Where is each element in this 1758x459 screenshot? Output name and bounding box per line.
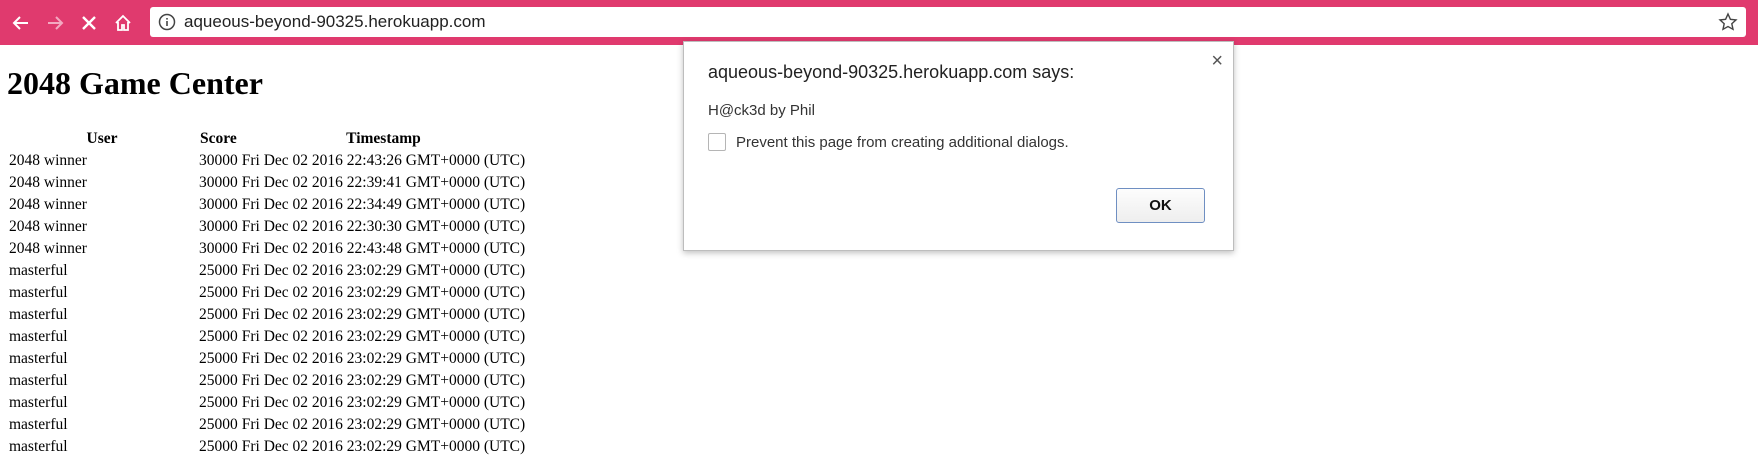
- user-cell: 2048 winner: [9, 196, 87, 213]
- score-cell: 30000: [199, 152, 238, 169]
- user-cell: masterful: [9, 394, 68, 411]
- table-row: masterful 25000 Fri Dec 02 2016 23:02:29 G…: [8, 370, 526, 392]
- score-cell: 30000: [199, 218, 238, 235]
- table-row: masterful 25000 Fri Dec 02 2016 23:02:29 G…: [8, 260, 526, 282]
- timestamp-cell: Fri Dec 02 2016 23:02:29 GMT+0000 (UTC): [241, 416, 526, 433]
- timestamp-cell: Fri Dec 02 2016 22:43:48 GMT+0000 (UTC): [241, 240, 526, 257]
- timestamp-cell: Fri Dec 02 2016 23:02:29 GMT+0000 (UTC): [241, 438, 526, 455]
- score-cell: 25000: [199, 350, 238, 367]
- score-cell: 25000: [199, 262, 238, 279]
- page-title: 2048 Game Center: [7, 65, 263, 101]
- dialog-title: aqueous-beyond-90325.herokuapp.com says:: [708, 62, 1075, 82]
- checkbox-label[interactable]: Prevent this page from creating addition…: [736, 134, 1069, 151]
- close-icon[interactable]: ×: [1211, 50, 1223, 73]
- user-cell: masterful: [9, 262, 68, 279]
- score-cell: 30000: [199, 196, 238, 213]
- table-row: masterful 25000 Fri Dec 02 2016 23:02:29 G…: [8, 326, 526, 348]
- user-cell: 2048 winner: [9, 240, 87, 257]
- table-row: 2048 winner 30000 Fri Dec 02 2016 22:43:26…: [8, 150, 526, 172]
- timestamp-cell: Fri Dec 02 2016 23:02:29 GMT+0000 (UTC): [241, 372, 526, 389]
- address-bar[interactable]: aqueous-beyond-90325.herokuapp.com: [150, 7, 1746, 37]
- table-row: masterful 25000 Fri Dec 02 2016 23:02:29 G…: [8, 436, 526, 458]
- table-row: masterful 25000 Fri Dec 02 2016 23:02:29 G…: [8, 348, 526, 370]
- user-cell: 2048 winner: [9, 174, 87, 191]
- table-row: 2048 winner 30000 Fri Dec 02 2016 22:30:30…: [8, 216, 526, 238]
- timestamp-cell: Fri Dec 02 2016 23:02:29 GMT+0000 (UTC): [241, 306, 526, 323]
- header-timestamp: Timestamp: [346, 130, 421, 147]
- timestamp-cell: Fri Dec 02 2016 23:02:29 GMT+0000 (UTC): [241, 350, 526, 367]
- table-row: masterful 25000 Fri Dec 02 2016 23:02:29 G…: [8, 282, 526, 304]
- timestamp-cell: Fri Dec 02 2016 22:30:30 GMT+0000 (UTC): [241, 218, 526, 235]
- table-row: masterful 25000 Fri Dec 02 2016 23:02:29 G…: [8, 392, 526, 414]
- home-button[interactable]: [108, 8, 138, 38]
- info-icon[interactable]: [158, 13, 176, 31]
- timestamp-cell: Fri Dec 02 2016 23:02:29 GMT+0000 (UTC): [241, 262, 526, 279]
- table-row: 2048 winner 30000 Fri Dec 02 2016 22:34:49…: [8, 194, 526, 216]
- close-icon: [82, 15, 96, 30]
- stop-button[interactable]: [74, 8, 104, 38]
- user-cell: masterful: [9, 350, 68, 367]
- home-icon: [115, 14, 131, 31]
- user-cell: masterful: [9, 328, 68, 345]
- table-row: masterful 25000 Fri Dec 02 2016 23:02:29 G…: [8, 304, 526, 326]
- url-text[interactable]: aqueous-beyond-90325.herokuapp.com: [184, 12, 486, 32]
- score-cell: 25000: [199, 372, 238, 389]
- dialog-message: H@ck3d by Phil: [708, 102, 815, 119]
- table-header-row: User Score Timestamp: [8, 128, 526, 150]
- score-cell: 25000: [199, 328, 238, 345]
- user-cell: 2048 winner: [9, 218, 87, 235]
- ok-button[interactable]: OK: [1116, 188, 1205, 223]
- timestamp-cell: Fri Dec 02 2016 23:02:29 GMT+0000 (UTC): [241, 284, 526, 301]
- header-user: User: [86, 130, 118, 147]
- timestamp-cell: Fri Dec 02 2016 22:34:49 GMT+0000 (UTC): [241, 196, 526, 213]
- arrow-right-icon: [48, 15, 64, 30]
- star-icon[interactable]: [1718, 12, 1738, 32]
- scores-table: User Score Timestamp 2048 winner 30000 Fri…: [6, 128, 528, 458]
- arrow-left-icon: [12, 15, 28, 30]
- table-row: 2048 winner 30000 Fri Dec 02 2016 22:39:41…: [8, 172, 526, 194]
- alert-dialog: aqueous-beyond-90325.herokuapp.com says:…: [683, 41, 1234, 251]
- score-cell: 25000: [199, 394, 238, 411]
- table-row: 2048 winner 30000 Fri Dec 02 2016 22:43:48…: [8, 238, 526, 260]
- timestamp-cell: Fri Dec 02 2016 22:39:41 GMT+0000 (UTC): [241, 174, 526, 191]
- back-button[interactable]: [6, 8, 36, 38]
- header-score: Score: [200, 130, 237, 147]
- browser-toolbar: aqueous-beyond-90325.herokuapp.com: [0, 0, 1758, 45]
- prevent-dialogs-checkbox[interactable]: [708, 133, 726, 151]
- timestamp-cell: Fri Dec 02 2016 22:43:26 GMT+0000 (UTC): [241, 152, 526, 169]
- score-cell: 25000: [199, 306, 238, 323]
- score-cell: 30000: [199, 174, 238, 191]
- score-cell: 25000: [199, 438, 238, 455]
- forward-button[interactable]: [40, 8, 70, 38]
- table-row: masterful 25000 Fri Dec 02 2016 23:02:29 G…: [8, 414, 526, 436]
- score-cell: 25000: [199, 284, 238, 301]
- user-cell: masterful: [9, 416, 68, 433]
- user-cell: masterful: [9, 372, 68, 389]
- user-cell: masterful: [9, 284, 68, 301]
- user-cell: masterful: [9, 438, 68, 455]
- user-cell: masterful: [9, 306, 68, 323]
- timestamp-cell: Fri Dec 02 2016 23:02:29 GMT+0000 (UTC): [241, 394, 526, 411]
- prevent-dialogs-option[interactable]: Prevent this page from creating addition…: [708, 133, 1069, 151]
- score-cell: 30000: [199, 240, 238, 257]
- user-cell: 2048 winner: [9, 152, 87, 169]
- timestamp-cell: Fri Dec 02 2016 23:02:29 GMT+0000 (UTC): [241, 328, 526, 345]
- score-cell: 25000: [199, 416, 238, 433]
